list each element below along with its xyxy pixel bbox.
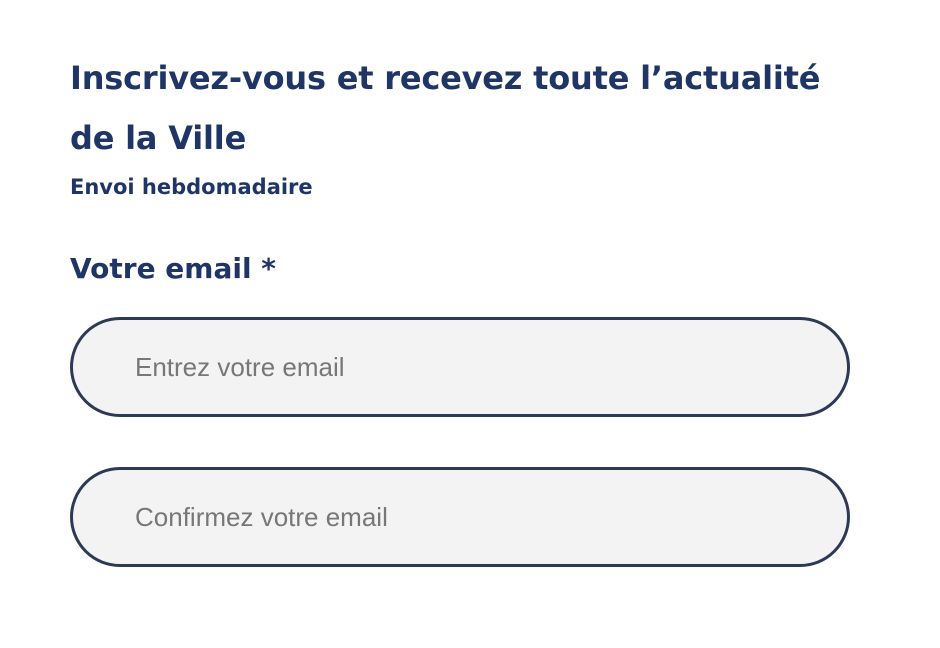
email-label: Votre email *: [70, 252, 276, 285]
newsletter-signup-form: Inscrivez-vous et recevez toute l’actual…: [70, 48, 850, 567]
confirm-email-input[interactable]: [70, 467, 850, 567]
email-input[interactable]: [70, 317, 850, 417]
newsletter-title: Inscrivez-vous et recevez toute l’actual…: [70, 59, 821, 157]
newsletter-frequency: Envoi hebdomadaire: [70, 175, 313, 199]
